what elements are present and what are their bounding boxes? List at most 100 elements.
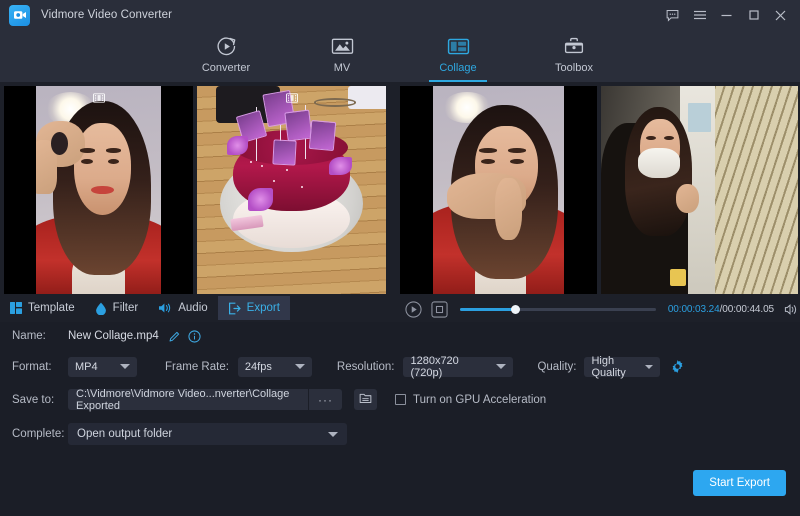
seek-slider[interactable] <box>460 302 656 316</box>
chevron-down-icon <box>496 364 506 369</box>
format-label: Format: <box>12 361 60 373</box>
tool-tab-template-label: Template <box>28 302 75 314</box>
total-time: 00:00:44.05 <box>722 304 774 315</box>
template-icon <box>10 302 22 314</box>
toolbox-icon <box>563 34 585 58</box>
film-strip-icon <box>93 90 105 108</box>
collage-cell-2[interactable] <box>197 86 386 294</box>
complete-row: Complete: Open output folder <box>0 418 800 450</box>
tab-mv[interactable]: MV <box>303 30 381 82</box>
play-circle-icon[interactable] <box>404 300 422 318</box>
export-icon <box>228 302 241 315</box>
volume-icon[interactable] <box>782 300 800 318</box>
format-value: MP4 <box>75 361 98 373</box>
collage-icon <box>447 34 470 58</box>
tool-tab-audio-label: Audio <box>178 302 207 314</box>
tab-converter[interactable]: Converter <box>187 30 265 82</box>
film-strip-icon <box>286 90 298 108</box>
name-label: Name: <box>12 330 60 342</box>
app-logo-icon <box>9 5 30 26</box>
quality-select[interactable]: High Quality <box>584 357 660 377</box>
feedback-icon[interactable] <box>659 0 686 30</box>
quality-value: High Quality <box>591 355 639 379</box>
resolution-select[interactable]: 1280x720 (720p) <box>403 357 513 377</box>
vidmore-video-converter-window: Vidmore Video Converter <box>0 0 800 516</box>
tab-toolbox[interactable]: Toolbox <box>535 30 613 82</box>
preview-2-frame <box>601 86 798 294</box>
current-time: 00:00:03.24 <box>668 304 720 315</box>
main-nav-tabs: Converter MV Collage <box>0 30 800 82</box>
mv-icon <box>331 34 354 58</box>
complete-action-select[interactable]: Open output folder <box>68 423 347 445</box>
preview-cell-2[interactable] <box>601 86 798 294</box>
preview-1-frame <box>400 86 597 294</box>
chevron-down-icon <box>328 432 338 437</box>
tab-toolbox-label: Toolbox <box>555 62 593 74</box>
saveto-path-input[interactable]: C:\Vidmore\Vidmore Video...nverter\Colla… <box>68 389 308 410</box>
tab-collage-label: Collage <box>439 62 476 74</box>
chevron-down-icon <box>645 365 653 369</box>
open-folder-button[interactable] <box>354 389 377 410</box>
close-icon[interactable] <box>767 0 794 30</box>
editor-tool-tabs: Template Filter Audio Export <box>0 296 390 320</box>
audio-icon <box>158 302 172 314</box>
tool-tab-export-label: Export <box>247 302 280 314</box>
gear-icon[interactable] <box>670 359 685 374</box>
preview-stage <box>0 82 800 294</box>
name-value: New Collage.mp4 <box>68 330 159 342</box>
framerate-value: 24fps <box>245 361 272 373</box>
stage-divider <box>390 82 400 294</box>
saveto-row: Save to: C:\Vidmore\Vidmore Video...nver… <box>0 383 800 416</box>
cell-2-video-frame <box>197 86 386 294</box>
tool-tab-template[interactable]: Template <box>0 296 85 320</box>
tool-tab-filter-label: Filter <box>113 302 139 314</box>
name-row: Name: New Collage.mp4 <box>0 322 800 350</box>
folder-icon <box>359 391 372 409</box>
preview-cell-1[interactable] <box>400 86 597 294</box>
chevron-down-icon <box>120 364 130 369</box>
filter-icon <box>95 302 107 315</box>
title-bar: Vidmore Video Converter <box>0 0 800 30</box>
saveto-path-value: C:\Vidmore\Vidmore Video...nverter\Colla… <box>76 388 300 412</box>
tool-tab-export[interactable]: Export <box>218 296 290 320</box>
framerate-label: Frame Rate: <box>165 361 229 373</box>
player-preview <box>400 82 800 294</box>
format-row: Format: MP4 Frame Rate: 24fps Resolution… <box>0 350 800 383</box>
stop-square-icon[interactable] <box>430 300 448 318</box>
saveto-label: Save to: <box>12 394 60 406</box>
tab-mv-label: MV <box>334 62 351 74</box>
converter-icon <box>216 34 237 58</box>
resolution-value: 1280x720 (720p) <box>410 355 490 379</box>
resolution-label: Resolution: <box>337 361 395 373</box>
chevron-down-icon <box>295 364 305 369</box>
collage-cell-1[interactable] <box>4 86 193 294</box>
pencil-icon[interactable] <box>168 330 181 343</box>
complete-label: Complete: <box>12 428 60 440</box>
gpu-acceleration-checkbox[interactable]: Turn on GPU Acceleration <box>395 394 546 406</box>
tool-tab-audio[interactable]: Audio <box>148 296 217 320</box>
time-display: 00:00:03.24/00:00:44.05 <box>668 304 774 315</box>
info-icon[interactable] <box>188 330 201 343</box>
quality-label: Quality: <box>537 361 576 373</box>
maximize-icon[interactable] <box>740 0 767 30</box>
seek-fill <box>460 308 515 311</box>
complete-action-value: Open output folder <box>77 428 172 440</box>
minimize-icon[interactable] <box>713 0 740 30</box>
export-settings-panel: Name: New Collage.mp4 Format: MP4 Frame … <box>0 322 800 516</box>
menu-icon[interactable] <box>686 0 713 30</box>
framerate-select[interactable]: 24fps <box>238 357 312 377</box>
collage-editor <box>0 82 390 294</box>
gpu-acceleration-label: Turn on GPU Acceleration <box>413 394 546 406</box>
checkbox-box[interactable] <box>395 394 406 405</box>
format-select[interactable]: MP4 <box>68 357 137 377</box>
start-export-button[interactable]: Start Export <box>693 470 786 496</box>
browse-button[interactable]: ··· <box>308 389 342 410</box>
cell-1-video-frame <box>4 86 193 294</box>
tool-tab-filter[interactable]: Filter <box>85 296 149 320</box>
tab-collage[interactable]: Collage <box>419 30 497 82</box>
tab-converter-label: Converter <box>202 62 250 74</box>
app-title: Vidmore Video Converter <box>41 9 172 21</box>
window-controls <box>659 0 794 30</box>
seek-handle[interactable] <box>511 305 520 314</box>
player-controls: 00:00:03.24/00:00:44.05 <box>404 296 800 322</box>
